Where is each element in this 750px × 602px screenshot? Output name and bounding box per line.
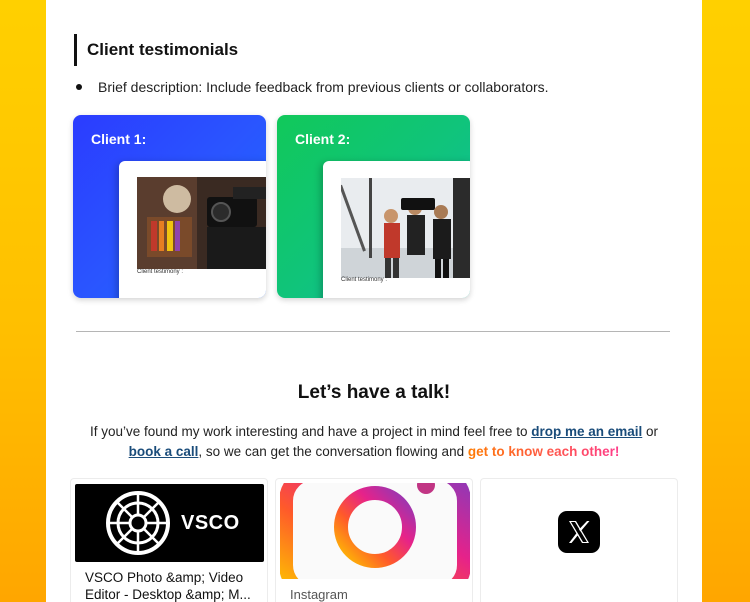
- portfolio-page: Client testimonials Brief description: I…: [46, 0, 702, 602]
- book-call-link[interactable]: book a call: [129, 444, 199, 459]
- testimony-caption: Client testimony :: [341, 277, 388, 283]
- client-card-title: Client 1:: [91, 131, 147, 147]
- email-link[interactable]: drop me an email: [531, 424, 642, 439]
- contact-title: Let’s have a talk!: [297, 382, 451, 403]
- contact-text: If you’ve found my work interesting and …: [46, 422, 702, 462]
- vsco-tile[interactable]: VSCO VSCO Photo &amp; Video Editor - Des…: [70, 478, 268, 602]
- tile-label: Instagram: [290, 587, 348, 602]
- x-tile[interactable]: [480, 478, 678, 602]
- description-bullet: Brief description: Include feedback from…: [76, 78, 549, 96]
- client-card-1[interactable]: Client 1: Client testimony:: [73, 115, 266, 298]
- contact-text-part: or: [642, 424, 659, 439]
- bullet-dot: [76, 84, 82, 91]
- contact-text-part: If you’ve found my work interesting and …: [89, 424, 532, 439]
- contact-text-part: , so we can get the conversation flowing…: [198, 444, 468, 459]
- vsco-logo-icon: [106, 491, 170, 555]
- social-tiles: VSCO VSCO Photo &amp; Video Editor - Des…: [70, 478, 678, 602]
- highlight-text: get to know each other!: [467, 444, 620, 459]
- testimony-caption: Client testimony :: [137, 269, 184, 275]
- x-logo-icon: [558, 511, 600, 553]
- section-heading: Client testimonials: [74, 34, 238, 66]
- tile-label: VSCO Photo &amp; Video Editor - Desktop …: [85, 570, 251, 602]
- section-divider: [76, 331, 670, 332]
- client-photo: [341, 178, 470, 278]
- client-photo: [137, 177, 266, 269]
- description-text: Brief description: Include feedback from…: [98, 79, 549, 95]
- instagram-icon: [280, 483, 470, 579]
- client-card-2[interactable]: Client 2: Client testimony:: [277, 115, 470, 298]
- vsco-wordmark: VSCO: [181, 512, 240, 534]
- instagram-banner: [280, 483, 470, 579]
- instagram-tile[interactable]: Instagram: [275, 478, 473, 602]
- client-card-title: Client 2:: [295, 131, 351, 147]
- testimony-panel: Client testimony :: [119, 161, 266, 298]
- testimony-panel: Client testimony :: [323, 161, 470, 298]
- vsco-banner: VSCO: [75, 484, 264, 562]
